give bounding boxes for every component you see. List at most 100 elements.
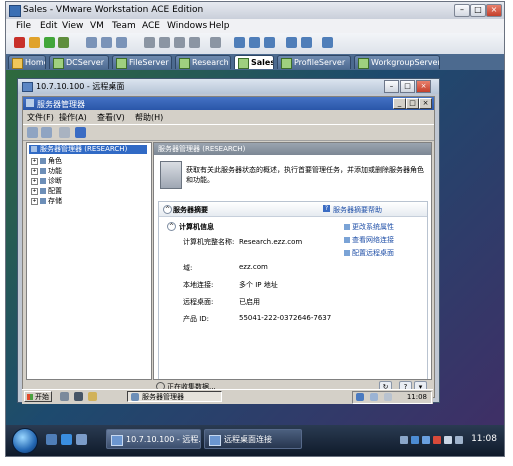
menu-view-cn[interactable]: 查看(V) <box>97 112 125 123</box>
team-reset-icon[interactable] <box>189 37 200 48</box>
tray-vmware-icon[interactable] <box>400 436 408 444</box>
help-icon[interactable] <box>75 127 86 138</box>
rdp-close-button[interactable]: × <box>416 80 431 93</box>
menu-windows[interactable]: Windows <box>167 21 207 31</box>
show-hide-tree-icon[interactable] <box>59 127 70 138</box>
sm-minimize-button[interactable]: _ <box>393 98 406 109</box>
forward-icon[interactable] <box>41 127 52 138</box>
tree-item-roles[interactable]: + 角色 <box>31 156 62 166</box>
link-view-network-connections[interactable]: 查看网络连接 <box>344 235 394 245</box>
server-summary-header: ^ 服务器摘要 ? 服务器摘要帮助 <box>159 202 427 217</box>
team-suspend-icon[interactable] <box>174 37 185 48</box>
console-view-icon[interactable] <box>286 37 297 48</box>
quick-switch-icon[interactable] <box>249 37 260 48</box>
switch-windows-icon[interactable] <box>76 434 87 445</box>
tray-network-icon[interactable] <box>411 436 419 444</box>
tree-item-features[interactable]: + 功能 <box>31 166 62 176</box>
expand-icon[interactable]: + <box>31 167 38 175</box>
host-task-remote-desktop[interactable]: 10.7.10.100 - 远程... <box>106 429 201 449</box>
tab-dcserver[interactable]: DCServer <box>49 55 109 69</box>
expand-icon[interactable]: + <box>31 197 38 205</box>
rdp-maximize-button[interactable]: □ <box>400 80 415 93</box>
remote-desktop-icon <box>344 250 350 256</box>
link-change-system-properties[interactable]: 更改系统属性 <box>344 222 394 232</box>
server-summary-help-link[interactable]: 服务器摘要帮助 <box>333 205 382 215</box>
expand-icon[interactable]: + <box>31 177 38 185</box>
menu-file-cn[interactable]: 文件(F) <box>27 112 54 123</box>
tab-research[interactable]: Research <box>175 55 231 69</box>
collapse-icon[interactable]: ^ <box>163 205 172 214</box>
tray-volume-icon[interactable] <box>370 393 378 401</box>
quicklaunch-cmd-icon[interactable] <box>74 392 83 401</box>
link-configure-remote-desktop[interactable]: 配置远程桌面 <box>344 248 394 258</box>
tree-item-diagnostics[interactable]: + 诊断 <box>31 176 62 186</box>
snapshot-icon[interactable] <box>86 37 97 48</box>
power-on-icon[interactable] <box>44 37 55 48</box>
internet-explorer-icon[interactable] <box>61 434 72 445</box>
rdp-minimize-button[interactable]: – <box>384 80 399 93</box>
tray-security-icon[interactable] <box>433 436 441 444</box>
rdp-icon <box>22 82 33 92</box>
tab-fileserver[interactable]: FileServer <box>112 55 172 69</box>
expand-icon[interactable]: + <box>31 157 38 165</box>
minimize-button[interactable]: – <box>454 4 470 17</box>
suspend-icon[interactable] <box>29 37 40 48</box>
team-power-icon[interactable] <box>159 37 170 48</box>
tab-profileserver[interactable]: ProfileServer <box>277 55 351 69</box>
appliance-view-icon[interactable] <box>301 37 312 48</box>
sm-close-button[interactable]: × <box>419 98 432 109</box>
revert-snapshot-icon[interactable] <box>101 37 112 48</box>
menu-action-cn[interactable]: 操作(A) <box>59 112 87 123</box>
tree-root[interactable]: 服务器管理器 (RESEARCH) <box>29 145 147 154</box>
expand-icon[interactable]: + <box>31 187 38 195</box>
snapshot-manager-icon[interactable] <box>116 37 127 48</box>
reset-icon[interactable] <box>58 37 69 48</box>
full-screen-icon[interactable] <box>234 37 245 48</box>
sidebar-toggle-icon[interactable] <box>322 37 333 48</box>
windows-start-orb[interactable] <box>12 428 38 454</box>
menu-team[interactable]: Team <box>112 21 136 31</box>
tab-home[interactable]: Home <box>8 55 46 69</box>
menu-help[interactable]: Help <box>209 21 230 31</box>
menu-vm[interactable]: VM <box>90 21 104 31</box>
summary-view-icon[interactable] <box>264 37 275 48</box>
tab-sales[interactable]: Sales <box>234 55 274 69</box>
tray-volume-icon[interactable] <box>444 436 452 444</box>
show-desktop-icon[interactable] <box>46 434 57 445</box>
close-button[interactable]: × <box>486 4 502 17</box>
tree-item-label: 功能 <box>48 167 62 175</box>
quicklaunch-server-icon[interactable] <box>60 392 69 401</box>
info-value-product-id: 55041-222-0372646-7637 <box>239 314 332 322</box>
tree-item-storage[interactable]: + 存储 <box>31 196 62 206</box>
start-label: 开始 <box>35 393 49 401</box>
menu-help-cn[interactable]: 帮助(H) <box>135 112 163 123</box>
guest-start-button[interactable]: 开始 <box>24 391 52 402</box>
collapse-icon[interactable]: ^ <box>167 222 176 231</box>
tray-display-icon[interactable] <box>422 436 430 444</box>
roles-icon <box>40 158 46 164</box>
info-label-domain: 域: <box>183 264 193 272</box>
sm-maximize-button[interactable]: □ <box>406 98 419 109</box>
team-icon[interactable] <box>144 37 155 48</box>
host-task-rdp-connection[interactable]: 远程桌面连接 <box>204 429 302 449</box>
tab-workgroupserver[interactable]: WorkgroupServer <box>354 55 440 69</box>
tree-item-configuration[interactable]: + 配置 <box>31 186 62 196</box>
guest-task-server-manager[interactable]: 服务器管理器 <box>127 391 222 402</box>
power-off-icon[interactable] <box>14 37 25 48</box>
menu-ace[interactable]: ACE <box>142 21 160 31</box>
menu-view[interactable]: View <box>62 21 83 31</box>
menu-edit[interactable]: Edit <box>40 21 57 31</box>
menu-file[interactable]: File <box>16 21 31 31</box>
tab-label: WorkgroupServer <box>371 58 440 67</box>
vmware-title: Sales - VMware Workstation ACE Edition <box>23 5 204 15</box>
back-icon[interactable] <box>27 127 38 138</box>
quicklaunch-explorer-icon[interactable] <box>88 392 97 401</box>
tray-action-icon[interactable] <box>384 393 392 401</box>
tray-keyboard-icon[interactable] <box>455 436 463 444</box>
info-label-full-name: 计算机完整名称: <box>183 238 235 246</box>
tray-network-icon[interactable] <box>356 393 364 401</box>
tab-label: DCServer <box>66 58 104 67</box>
ace-icon[interactable] <box>210 37 221 48</box>
tree-root-label: 服务器管理器 (RESEARCH) <box>40 145 128 153</box>
maximize-button[interactable]: □ <box>470 4 486 17</box>
